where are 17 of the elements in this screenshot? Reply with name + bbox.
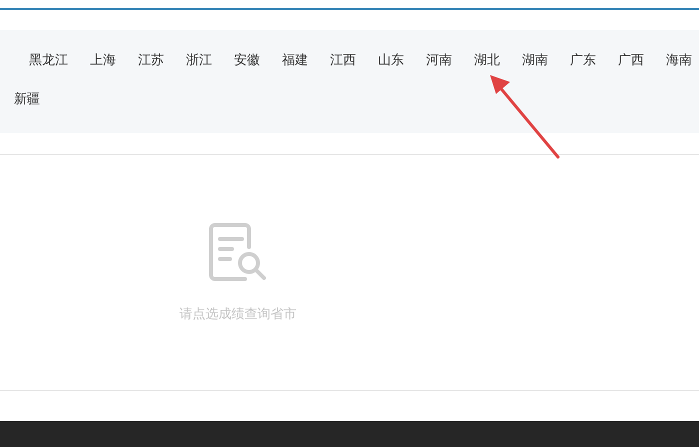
province-link[interactable]: 海南 (666, 51, 692, 69)
province-link[interactable]: 江西 (330, 51, 356, 69)
province-link[interactable]: 广东 (570, 51, 596, 69)
province-link[interactable]: 黑龙江 (29, 51, 68, 69)
province-link[interactable]: 安徽 (234, 51, 260, 69)
province-link[interactable]: 山东 (378, 51, 404, 69)
province-link[interactable]: 新疆 (14, 90, 40, 108)
province-link[interactable]: 湖南 (522, 51, 548, 69)
empty-message: 请点选成绩查询省市 (180, 306, 296, 323)
province-link[interactable]: 河南 (426, 51, 452, 69)
province-link[interactable]: 江苏 (138, 51, 164, 69)
province-link[interactable]: 上海 (90, 51, 116, 69)
document-search-icon (207, 221, 269, 283)
province-link[interactable]: 浙江 (186, 51, 212, 69)
province-link[interactable]: 广西 (618, 51, 644, 69)
province-link[interactable]: 福建 (282, 51, 308, 69)
province-link[interactable]: 湖北 (474, 51, 500, 69)
